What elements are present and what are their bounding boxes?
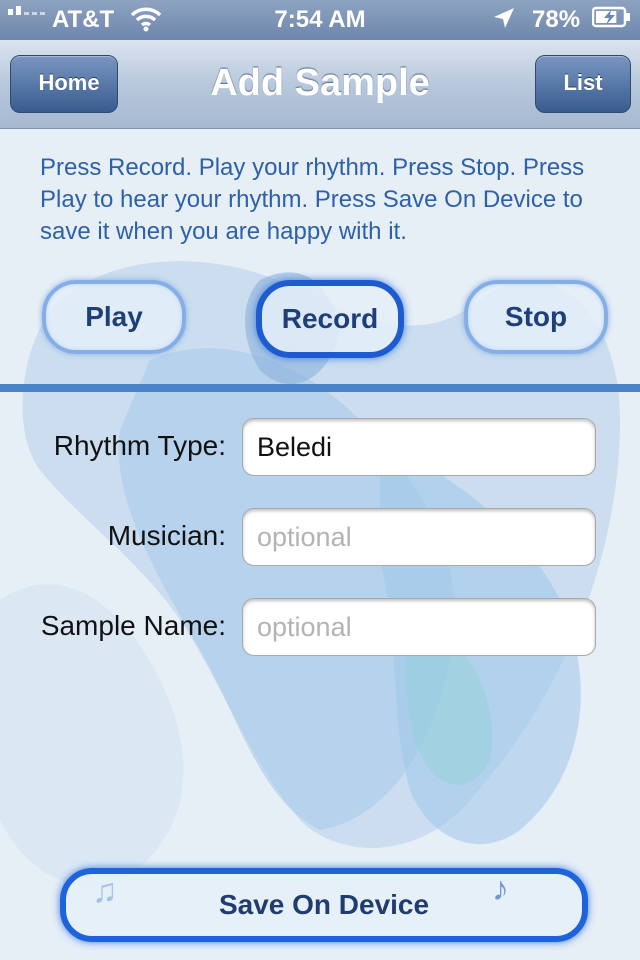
- rhythm-type-label: Rhythm Type:: [53, 430, 226, 461]
- musician-label: Musician:: [107, 520, 226, 551]
- save-button-label: Save On Device: [218, 889, 430, 920]
- play-button-label: Play: [85, 301, 143, 332]
- section-divider: [0, 384, 640, 392]
- record-button[interactable]: Record: [256, 280, 404, 358]
- navigation-bar: Home Add Sample List: [0, 40, 640, 129]
- instructions-text: Press Record. Play your rhythm. Press St…: [40, 154, 585, 245]
- sample-name-label: Sample Name:: [40, 610, 226, 641]
- battery-percent: 78%: [532, 6, 581, 33]
- status-bar: AT&T 7:54 AM 78%: [0, 0, 640, 40]
- stop-button-label: Stop: [504, 301, 568, 332]
- stop-button[interactable]: Stop: [464, 280, 608, 354]
- battery-charging-icon: [591, 6, 630, 28]
- list-button[interactable]: List: [535, 55, 631, 113]
- music-note-icon: ♫: [92, 872, 118, 910]
- record-button-label: Record: [281, 303, 379, 334]
- location-arrow-icon: [492, 6, 516, 37]
- sample-name-field[interactable]: [242, 598, 596, 656]
- list-button-label: List: [563, 70, 603, 95]
- play-button[interactable]: Play: [42, 280, 186, 354]
- background-art: [0, 261, 621, 886]
- rhythm-type-field[interactable]: [242, 418, 596, 476]
- music-note-icon: ♪: [492, 870, 509, 908]
- musician-field[interactable]: [242, 508, 596, 566]
